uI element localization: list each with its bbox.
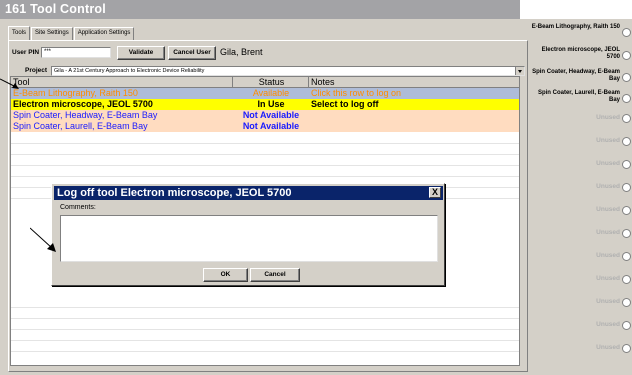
header-status: Status [233,77,309,88]
sidebar-item-unused: Unused [596,206,620,213]
close-icon[interactable]: X [429,187,441,198]
radio-icon[interactable] [622,206,631,215]
radio-icon[interactable] [622,94,631,103]
grid-line [11,143,519,144]
sidebar-item-unused: Unused [596,114,620,121]
grid-line [11,176,519,177]
cancel-user-button[interactable]: Cancel User [168,46,216,60]
cell-tool: E-Beam Lithography, Raith 150 [13,88,138,98]
ok-button[interactable]: OK [203,268,248,282]
grid-line [11,340,519,341]
radio-icon[interactable] [622,137,631,146]
table-row[interactable]: Spin Coater, Laurell, E-Beam Bay Not Ava… [11,121,519,132]
cancel-button[interactable]: Cancel [250,268,300,282]
radio-icon[interactable] [622,252,631,261]
grid-line [11,329,519,330]
cell-notes: Click this row to log on [311,88,402,98]
validate-button[interactable]: Validate [117,46,165,60]
sidebar-item-unused: Unused [596,344,620,351]
tool-sidebar: E-Beam Lithography, Raith 150 Electron m… [530,19,632,375]
sidebar-item-unused: Unused [596,229,620,236]
sidebar-item-unused: Unused [596,137,620,144]
tab-strip: Tools Site Settings Application Settings [8,26,135,41]
radio-icon[interactable] [622,28,631,37]
cell-tool: Electron microscope, JEOL 5700 [13,99,153,109]
sidebar-item-unused: Unused [596,298,620,305]
grid-line [11,165,519,166]
sidebar-item: Spin Coater, Headway, E-Beam Bay [532,69,620,82]
cell-notes [311,121,511,132]
comments-label: Comments: [60,204,96,211]
project-label: Project [25,67,48,74]
radio-icon[interactable] [622,51,631,60]
radio-icon[interactable] [622,298,631,307]
cell-notes: Select to log off [311,99,379,109]
tab-site-settings[interactable]: Site Settings [31,27,73,40]
tab-application-settings[interactable]: Application Settings [73,27,135,40]
radio-icon[interactable] [622,160,631,169]
cell-status: In Use [257,99,285,109]
sidebar-item-unused: Unused [596,183,620,190]
dropdown-arrow-icon[interactable] [515,67,524,75]
cell-tool: Spin Coater, Headway, E-Beam Bay [13,110,158,120]
grid-line [11,318,519,319]
table-header: Tool Status Notes [11,77,519,88]
header-tool: Tool [11,77,233,88]
logoff-dialog: Log off tool Electron microscope, JEOL 5… [51,183,445,286]
comments-textarea[interactable] [60,215,438,262]
project-select[interactable]: Gila - A 21st Century Approach to Electr… [51,66,525,76]
grid-line [11,351,519,352]
header-notes: Notes [311,77,335,87]
sidebar-item-unused: Unused [596,160,620,167]
window-title: 161 Tool Control [5,2,106,16]
cell-tool: Spin Coater, Laurell, E-Beam Bay [13,121,148,131]
arrow-pointer-icon [30,227,56,252]
dialog-title: Log off tool Electron microscope, JEOL 5… [57,187,292,199]
pin-input[interactable]: *** [41,47,111,58]
grid-line [11,154,519,155]
sidebar-item: E-Beam Lithography, Raith 150 [531,24,620,30]
radio-icon[interactable] [622,229,631,238]
title-bar: 161 Tool Control [0,0,520,19]
sidebar-item-unused: Unused [596,252,620,259]
cell-status: Available [252,88,290,98]
sidebar-item-unused: Unused [596,275,620,282]
radio-icon[interactable] [622,344,631,353]
radio-icon[interactable] [622,321,631,330]
grid-line [11,307,519,308]
pin-label: User PIN [12,49,40,56]
project-selected-value: Gila - A 21st Century Approach to Electr… [54,68,205,74]
radio-icon[interactable] [622,183,631,192]
cell-notes [311,110,511,121]
sidebar-item: Spin Coater, Laurell, E-Beam Bay [537,90,620,103]
radio-icon[interactable] [622,114,631,123]
sidebar-item-unused: Unused [596,321,620,328]
radio-icon[interactable] [622,73,631,82]
table-row[interactable]: E-Beam Lithography, Raith 150 Available … [11,88,519,99]
user-name: Gila, Brent [220,47,263,57]
cell-status: Not Available [242,121,300,131]
sidebar-item: Electron microscope, JEOL 5700 [541,47,620,60]
tab-tools[interactable]: Tools [8,26,31,40]
radio-icon[interactable] [622,275,631,284]
cell-status: Not Available [242,110,300,120]
table-row[interactable]: Spin Coater, Headway, E-Beam Bay Not Ava… [11,110,519,121]
arrow-pointer-icon [0,78,19,89]
dialog-title-bar: Log off tool Electron microscope, JEOL 5… [54,186,443,200]
table-row[interactable]: Electron microscope, JEOL 5700 In Use Se… [11,99,519,110]
